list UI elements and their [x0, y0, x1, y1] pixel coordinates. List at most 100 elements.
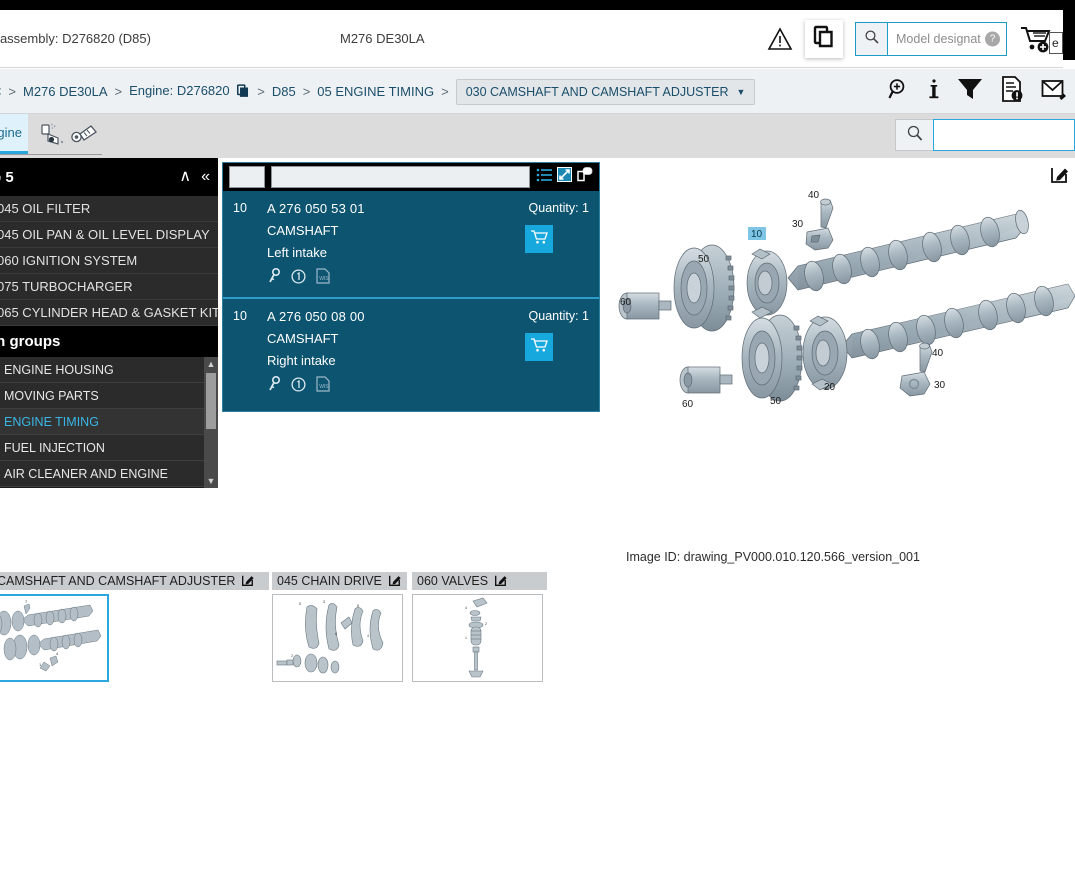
callout-30-upper[interactable]: 30 — [792, 219, 804, 230]
sidebar-group-engine-timing[interactable]: ENGINE TIMING — [0, 409, 218, 435]
sidebar-group-air-cleaner[interactable]: AIR CLEANER AND ENGINE — [0, 461, 218, 487]
scrollbar-thumb[interactable] — [206, 373, 216, 429]
parts-panel-header — [223, 163, 599, 191]
wis-document-icon[interactable]: WIS — [316, 376, 330, 397]
camshaft-lower — [841, 283, 1075, 360]
info-icon[interactable] — [928, 77, 940, 106]
scroll-down-icon[interactable]: ▼ — [204, 474, 218, 488]
breadcrumb-item-1[interactable]: M276 DE30LA — [23, 84, 108, 99]
sidebar-group-moving-parts[interactable]: MOVING PARTS — [0, 383, 218, 409]
callout-60-upper[interactable]: 60 — [620, 297, 632, 308]
collapse-left-icon[interactable]: « — [201, 169, 210, 185]
edit-pencil-icon[interactable] — [242, 573, 255, 589]
model-search-input[interactable]: Model designat ? — [888, 23, 1006, 55]
zoom-in-icon[interactable] — [887, 77, 911, 106]
sidebar-item-turbocharger[interactable]: 075 TURBOCHARGER — [0, 274, 218, 300]
callout-50-upper[interactable]: 50 — [698, 254, 710, 265]
thumbnail-item-valves[interactable]: 060 VALVES 4 2 1 — [412, 572, 547, 682]
callout-40-upper[interactable]: 40 — [808, 190, 820, 201]
circle-one-icon[interactable] — [291, 268, 306, 289]
breadcrumb-item-2[interactable]: Engine: D276820 — [129, 83, 250, 101]
tab-search-group — [895, 119, 1075, 151]
model-code-label: M276 DE30LA — [340, 31, 425, 46]
warning-triangle-icon[interactable] — [767, 26, 793, 52]
callout-50-lower[interactable]: 50 — [770, 396, 782, 407]
document-alert-icon[interactable] — [1000, 76, 1024, 107]
thumbnail-image[interactable]: 4 2 1 — [412, 594, 543, 682]
breadcrumb-copy-icon[interactable] — [236, 83, 250, 101]
sidebar-item-oil-pan[interactable]: 045 OIL PAN & OIL LEVEL DISPLAY — [0, 222, 218, 248]
key-icon[interactable] — [267, 375, 281, 397]
callout-10[interactable]: 10 — [751, 229, 763, 240]
sidebar-item-label: 075 TURBOCHARGER — [0, 279, 133, 294]
thumbnail-item-camshaft[interactable]: CAMSHAFT AND CAMSHAFT ADJUSTER 7 4 1 — [0, 572, 269, 682]
copy-button[interactable] — [805, 20, 843, 58]
help-badge-icon[interactable]: ? — [985, 31, 1000, 47]
thumbnail-image[interactable]: 5 3 8 2 6 4 — [272, 594, 403, 682]
filter-icon[interactable] — [957, 77, 983, 106]
table-row[interactable]: 10 A 276 050 53 01 CAMSHAFT Left intake … — [223, 191, 599, 299]
sidebar-scrollbar[interactable]: ▲ ▼ — [204, 357, 218, 488]
circle-one-icon[interactable] — [291, 376, 306, 397]
parts-filter-index-box[interactable] — [229, 166, 265, 188]
key-icon[interactable] — [267, 267, 281, 289]
breadcrumb-separator: > — [257, 84, 265, 99]
cart-add-icon[interactable] — [1019, 24, 1053, 54]
bolt-tool-icon[interactable] — [70, 122, 104, 153]
sidebar-item-label: 045 OIL PAN & OIL LEVEL DISPLAY — [0, 227, 210, 242]
callout-60-lower[interactable]: 60 — [682, 399, 694, 410]
part-30-bearing-cap-upper — [805, 227, 834, 251]
quantity-text: Quantity: — [528, 201, 579, 215]
edit-pencil-icon[interactable] — [388, 573, 402, 589]
callout-40-lower[interactable]: 40 — [932, 348, 944, 359]
wis-document-icon[interactable]: WIS — [316, 268, 330, 289]
duplicate-view-icon[interactable] — [577, 167, 593, 187]
svg-text:3: 3 — [323, 600, 325, 604]
breadcrumb-separator: > — [441, 84, 449, 99]
parts-header-icons — [536, 167, 593, 187]
breadcrumb-item-3[interactable]: D85 — [272, 84, 296, 99]
edit-pencil-icon[interactable] — [495, 573, 508, 589]
sidebar-item-label: 045 OIL FILTER — [0, 201, 91, 216]
drawing-edit-button[interactable] — [1047, 163, 1073, 189]
collapse-up-icon[interactable]: ∧ — [179, 169, 191, 185]
sidebar-group-label: FUEL INJECTION — [4, 440, 105, 455]
breadcrumb-item-4[interactable]: 05 ENGINE TIMING — [317, 84, 434, 99]
part-20-camshaft-adjuster-lower — [802, 315, 848, 391]
thumbnail-item-chain-drive[interactable]: 045 CHAIN DRIVE 5 3 8 2 6 4 — [272, 572, 407, 682]
part-row-icons: WIS — [267, 267, 599, 289]
quantity-label: Quantity: 1 — [529, 201, 589, 215]
breadcrumb-separator: > — [302, 84, 311, 99]
camshaft-exploded-diagram[interactable]: 40 30 10 50 60 20 40 30 50 60 — [602, 188, 1075, 438]
edge-cut-button[interactable]: e — [1049, 32, 1063, 54]
sidebar-group-fuel-injection[interactable]: FUEL INJECTION — [0, 435, 218, 461]
add-to-cart-button[interactable] — [525, 225, 553, 253]
breadcrumb-active-dropdown[interactable]: 030 CAMSHAFT AND CAMSHAFT ADJUSTER ▼ — [455, 78, 756, 105]
model-search-button[interactable] — [856, 23, 888, 55]
breadcrumb-item-0[interactable]: C — [0, 84, 1, 99]
thumbnail-image[interactable]: 741 — [0, 594, 109, 682]
thumbnail-header: CAMSHAFT AND CAMSHAFT ADJUSTER — [0, 572, 269, 590]
paint-spray-icon[interactable] — [36, 122, 70, 153]
sidebar-item-ignition-system[interactable]: 060 IGNITION SYSTEM — [0, 248, 218, 274]
scroll-up-icon[interactable]: ▲ — [204, 357, 218, 371]
sidebar-item-label: 065 CYLINDER HEAD & GASKET KIT — [0, 305, 218, 320]
mail-edit-icon[interactable] — [1041, 77, 1067, 106]
sidebar-group-label: MOVING PARTS — [4, 388, 99, 403]
add-to-cart-button[interactable] — [525, 333, 553, 361]
tab-search-input[interactable] — [933, 119, 1075, 151]
part-60-bolt-lower — [679, 366, 733, 394]
sidebar-item-oil-filter[interactable]: 045 OIL FILTER — [0, 196, 218, 222]
sidebar-group-engine-housing[interactable]: ENGINE HOUSING — [0, 357, 218, 383]
callout-20[interactable]: 20 — [824, 382, 836, 393]
parts-filter-input[interactable] — [271, 166, 530, 188]
table-row[interactable]: 10 A 276 050 08 00 CAMSHAFT Right intake… — [223, 299, 599, 407]
tab-search-button[interactable] — [895, 119, 933, 151]
svg-text:7: 7 — [25, 599, 28, 604]
list-view-icon[interactable] — [536, 168, 552, 187]
callout-30-lower[interactable]: 30 — [934, 380, 946, 391]
tab-engine[interactable]: gine — [0, 114, 28, 154]
sidebar-item-cylinder-head[interactable]: 065 CYLINDER HEAD & GASKET KIT — [0, 300, 218, 326]
expand-view-icon[interactable] — [557, 167, 572, 187]
part-50-sprocket-lower — [741, 314, 803, 402]
